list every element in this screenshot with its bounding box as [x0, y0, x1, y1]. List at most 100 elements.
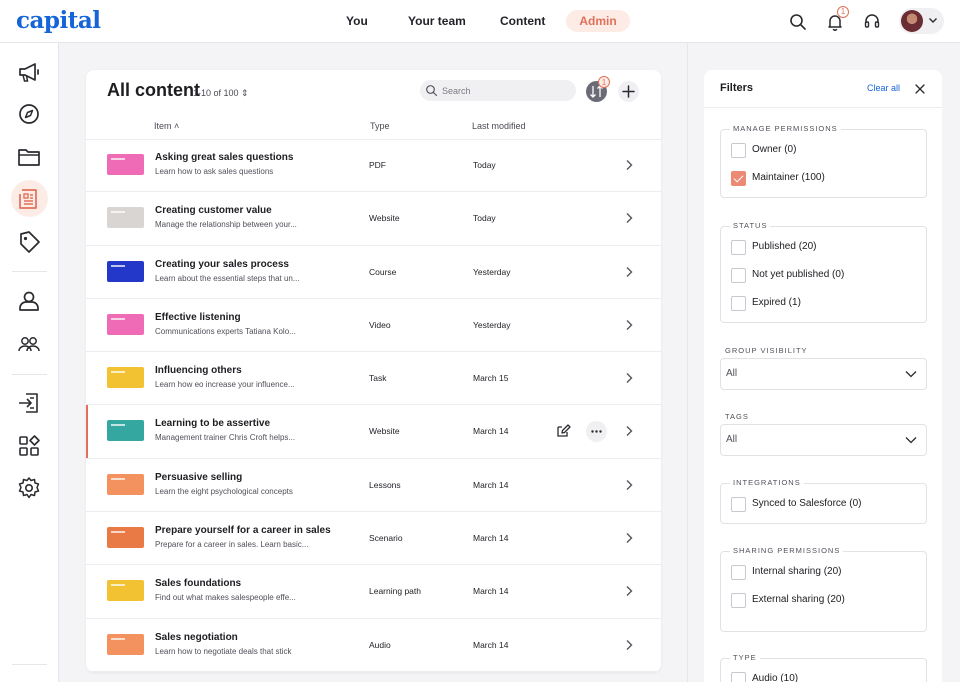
checkbox[interactable]	[731, 171, 746, 186]
checkbox[interactable]	[731, 593, 746, 608]
row-title: Effective listening	[155, 311, 241, 323]
row-type: Website	[369, 426, 400, 437]
table-row[interactable]: Prepare yourself for a career in sales Pr…	[86, 512, 661, 566]
thumbnail	[107, 420, 144, 442]
thumbnail-text	[111, 317, 125, 320]
filters-divider	[704, 107, 942, 108]
results-count[interactable]: 1-10 of 100 ⇕	[193, 88, 249, 99]
nav-content[interactable]: Content	[500, 14, 545, 28]
search-box[interactable]	[420, 80, 576, 101]
top-bar: capital You Your team Content Admin 1	[0, 0, 960, 43]
thumbnail-text	[111, 531, 125, 534]
row-description: Learn how to ask sales questions	[155, 167, 274, 176]
row-last-modified: March 15	[473, 373, 509, 384]
table-row[interactable]: Learning to be assertive Management train…	[86, 405, 661, 459]
caret-down-icon	[905, 437, 917, 444]
close-icon[interactable]	[914, 83, 926, 95]
chevron-right-icon[interactable]	[622, 584, 636, 598]
chevron-right-icon[interactable]	[622, 638, 636, 652]
tags-value: All	[726, 434, 738, 445]
column-header-type[interactable]: Type	[370, 121, 390, 131]
table-row[interactable]: Influencing others Learn how eo increase …	[86, 352, 661, 406]
thumbnail-text	[111, 424, 125, 427]
filter-group-manage-permissions: MANAGE PERMISSIONS Owner (0) Maintainer (…	[720, 124, 927, 198]
clear-all-link[interactable]: Clear all	[867, 83, 900, 93]
nav-admin[interactable]: Admin	[566, 10, 630, 32]
row-title: Learning to be assertive	[155, 418, 271, 430]
brand-logo[interactable]: capital	[16, 7, 101, 34]
chevron-right-icon[interactable]	[622, 158, 636, 172]
chevron-right-icon[interactable]	[622, 318, 636, 332]
column-header-modified[interactable]: Last modified	[472, 121, 526, 131]
filter-group-legend: MANAGE PERMISSIONS	[730, 124, 841, 133]
chevron-right-icon[interactable]	[622, 478, 636, 492]
checkbox[interactable]	[731, 240, 746, 255]
checkbox[interactable]	[731, 268, 746, 283]
add-button[interactable]	[618, 81, 639, 102]
table-row[interactable]: Asking great sales questions Learn how to…	[86, 139, 661, 193]
row-last-modified: Yesterday	[473, 319, 511, 330]
row-last-modified: Today	[473, 160, 496, 170]
edit-icon[interactable]	[553, 421, 573, 441]
sidebar-divider	[12, 664, 47, 665]
checkbox[interactable]	[731, 565, 746, 580]
chevron-down-icon	[929, 18, 937, 23]
caret-down-icon	[905, 371, 917, 378]
row-last-modified: March 14	[473, 586, 509, 597]
checkbox[interactable]	[731, 497, 746, 512]
row-title: Sales negotiation	[155, 631, 238, 643]
row-type: Learning path	[369, 586, 421, 597]
checkbox[interactable]	[731, 672, 746, 682]
table-row[interactable]: Persuasive selling Learn the eight psycho…	[86, 459, 661, 513]
table-row[interactable]: Creating customer value Manage the relati…	[86, 192, 661, 246]
tags-select[interactable]: All	[720, 424, 927, 456]
filter-group-type: TYPE Audio (10)	[720, 653, 927, 682]
chevron-right-icon[interactable]	[622, 424, 636, 438]
chevron-right-icon[interactable]	[622, 371, 636, 385]
filter-option-label: External sharing (20)	[752, 594, 845, 605]
table-row[interactable]: Effective listening Communications expert…	[86, 299, 661, 353]
thumbnail-text	[111, 211, 125, 214]
widgets-icon[interactable]	[16, 433, 42, 459]
checkbox[interactable]	[731, 296, 746, 311]
document-icon[interactable]	[16, 186, 42, 212]
filter-option-label: Not yet published (0)	[752, 269, 845, 280]
person-icon[interactable]	[16, 288, 42, 314]
row-last-modified: Today	[473, 213, 496, 224]
row-type: Audio	[369, 639, 391, 650]
column-header-item[interactable]: Item ˄	[154, 121, 179, 131]
gear-icon[interactable]	[16, 475, 42, 501]
upload-icon[interactable]	[16, 390, 42, 416]
headset-icon[interactable]	[862, 12, 882, 32]
chevron-right-icon[interactable]	[622, 531, 636, 545]
table-row[interactable]: Creating your sales process Learn about t…	[86, 246, 661, 299]
filters-title: Filters	[720, 82, 754, 94]
filter-group-legend: SHARING PERMISSIONS	[730, 546, 844, 555]
nav-you[interactable]: You	[346, 14, 368, 28]
content-table: Asking great sales questions Learn how to…	[86, 139, 661, 672]
more-options-icon[interactable]	[586, 421, 607, 443]
table-row[interactable]: Sales negotiation Learn how to negotiate …	[86, 619, 661, 672]
nav-your-team[interactable]: Your team	[408, 14, 466, 28]
thumbnail	[107, 633, 144, 655]
row-last-modified: March 14	[473, 533, 509, 544]
sidebar-divider	[12, 271, 47, 272]
account-menu[interactable]	[899, 8, 944, 34]
compass-icon[interactable]	[16, 101, 42, 127]
checkbox[interactable]	[731, 143, 746, 158]
row-title: Creating customer value	[155, 205, 272, 217]
row-title: Asking great sales questions	[155, 152, 294, 163]
chevron-right-icon[interactable]	[622, 265, 636, 279]
tag-icon[interactable]	[16, 229, 42, 255]
people-icon[interactable]	[16, 331, 42, 357]
chevron-right-icon[interactable]	[622, 211, 636, 225]
folders-icon[interactable]	[16, 144, 42, 170]
row-title: Influencing others	[155, 365, 242, 377]
filter-option-label: Published (20)	[752, 241, 817, 252]
search-icon[interactable]	[788, 12, 808, 32]
megaphone-icon[interactable]	[16, 59, 42, 85]
table-row[interactable]: Sales foundations Find out what makes sal…	[86, 565, 661, 619]
group-visibility-label: GROUP VISIBILITY	[725, 346, 808, 355]
group-visibility-select[interactable]: All	[720, 358, 927, 390]
search-input[interactable]	[442, 80, 570, 101]
